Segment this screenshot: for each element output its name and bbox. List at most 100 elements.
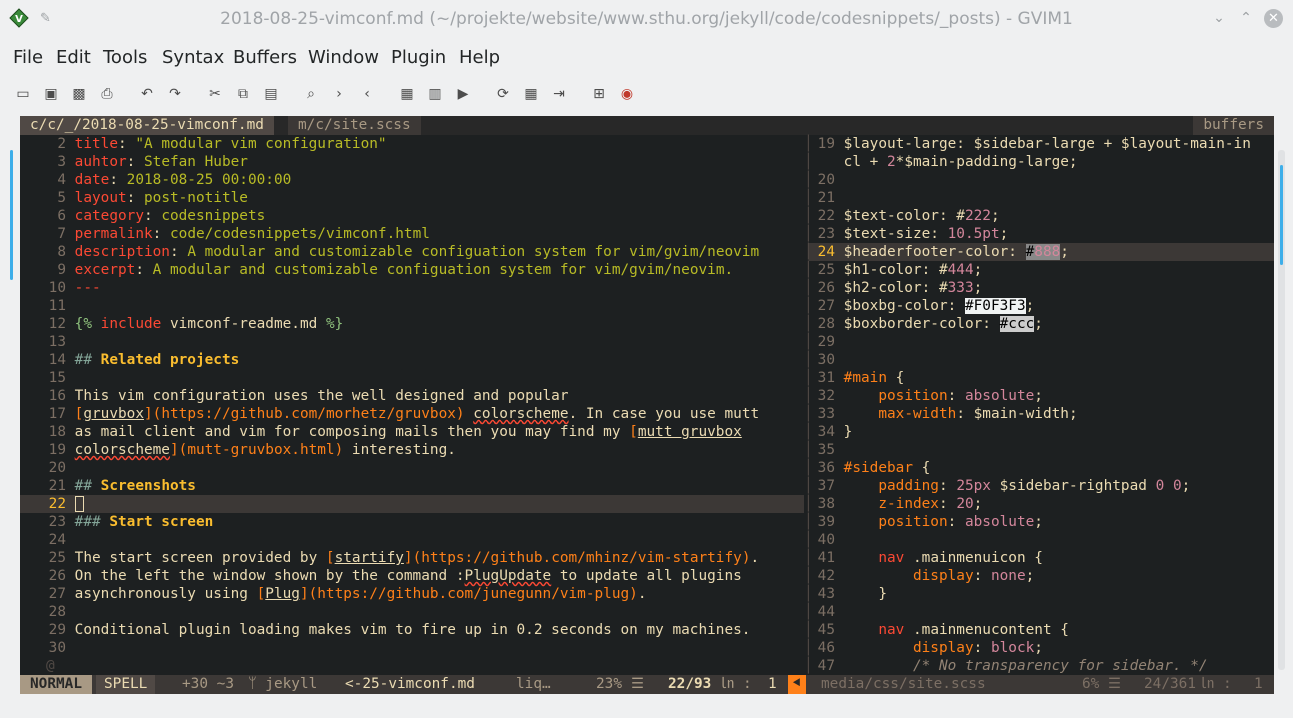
run-script-icon[interactable]: ▶ (453, 84, 473, 104)
code-line[interactable]: 19 $layout-large: $sidebar-large + $layo… (809, 135, 1274, 153)
code-line[interactable]: 27 $boxbg-color: #F0F3F3; (809, 297, 1274, 315)
make-icon[interactable]: ⟳ (493, 84, 513, 104)
redo-icon[interactable]: ↷ (165, 84, 185, 104)
save-all-icon[interactable]: ▩ (69, 84, 89, 104)
code-line[interactable]: 14 ## Related projects (20, 351, 804, 369)
code-line[interactable]: 2 title: "A modular vim configuration" (20, 135, 804, 153)
code-line[interactable]: 28 $boxborder-color: #ccc; (809, 315, 1274, 333)
code-line[interactable]: 12 {% include vimconf-readme.md %} (20, 315, 804, 333)
find-next-icon[interactable]: › (329, 84, 349, 104)
code-line[interactable]: 30 (20, 639, 804, 657)
code-line[interactable]: 46 display: block; (809, 639, 1274, 657)
code-line[interactable]: 39 position: absolute; (809, 513, 1274, 531)
left-scrollbar[interactable] (10, 150, 13, 280)
code-line[interactable]: 24 $headerfooter-color: #888; (809, 243, 1274, 261)
open-icon[interactable]: ▭ (13, 84, 33, 104)
code-line[interactable]: 44 (809, 603, 1274, 621)
code-line[interactable]: 11 (20, 297, 804, 315)
code-line[interactable]: 41 nav .mainmenuicon { (809, 549, 1274, 567)
print-icon[interactable]: ⎙ (97, 84, 117, 104)
code-line[interactable]: 10 --- (20, 279, 804, 297)
find-prev-icon[interactable]: ‹ (357, 84, 377, 104)
code-line[interactable]: 27 asynchronously using [Plug](https://g… (20, 585, 804, 603)
code-line[interactable]: 25 $h1-color: #444; (809, 261, 1274, 279)
undo-icon[interactable]: ↶ (137, 84, 157, 104)
code-line[interactable]: 29 (809, 333, 1274, 351)
minimize-button[interactable]: ⌄ (1210, 9, 1228, 27)
menu-file[interactable]: File (13, 47, 43, 68)
code-line[interactable]: 35 (809, 441, 1274, 459)
code-line[interactable]: 22 (20, 495, 804, 513)
menu-edit[interactable]: Edit (56, 47, 91, 68)
code-line[interactable]: 20 (809, 171, 1274, 189)
close-button[interactable]: ✕ (1264, 9, 1283, 28)
paste-icon[interactable]: ▤ (261, 84, 281, 104)
code-line[interactable]: 34 } (809, 423, 1274, 441)
toolbar: ▭ ▣ ▩ ⎙ ↶ ↷ ✂ ⧉ ▤ ⌕ › ‹ ▦ ▥ ▶ ⟳ ▦ ⇥ ⊞ ◉ (0, 84, 1293, 106)
menu-buffers[interactable]: Buffers (233, 47, 297, 68)
help-icon[interactable]: ⊞ (589, 84, 609, 104)
code-line[interactable]: 33 max-width: $main-width; (809, 405, 1274, 423)
copy-icon[interactable]: ⧉ (233, 84, 253, 104)
code-line[interactable]: 16 This vim configuration uses the well … (20, 387, 804, 405)
code-line[interactable]: 28 (20, 603, 804, 621)
code-line[interactable]: 26 $h2-color: #333; (809, 279, 1274, 297)
code-line[interactable]: 4 date: 2018-08-25 00:00:00 (20, 171, 804, 189)
code-line[interactable]: 9 excerpt: A modular and customizable co… (20, 261, 804, 279)
code-line[interactable]: 40 (809, 531, 1274, 549)
code-line[interactable]: 18 as mail client and vim for composing … (20, 423, 804, 441)
maximize-button[interactable]: ⌃ (1237, 9, 1255, 27)
code-line[interactable]: 7 permalink: code/codesnippets/vimconf.h… (20, 225, 804, 243)
menu-plugin[interactable]: Plugin (391, 47, 446, 68)
code-line[interactable]: 24 (20, 531, 804, 549)
ctags-icon[interactable]: ▦ (521, 84, 541, 104)
menu-syntax[interactable]: Syntax (162, 47, 224, 68)
code-line[interactable]: 20 (20, 459, 804, 477)
right-scrollbar[interactable] (1280, 165, 1283, 265)
code-line[interactable]: 25 The start screen provided by [startif… (20, 549, 804, 567)
code-line[interactable]: 30 (809, 351, 1274, 369)
menu-window[interactable]: Window (308, 47, 379, 68)
right-editor-pane[interactable]: 19 $layout-large: $sidebar-large + $layo… (809, 135, 1274, 675)
code-line[interactable]: 37 padding: 25px $sidebar-rightpad 0 0; (809, 477, 1274, 495)
code-line[interactable]: 22 $text-color: #222; (809, 207, 1274, 225)
code-line[interactable]: 32 position: absolute; (809, 387, 1274, 405)
menu-tools[interactable]: Tools (103, 47, 147, 68)
code-line[interactable]: cl + 2*$main-padding-large; (809, 153, 1274, 171)
menu-help[interactable]: Help (459, 47, 500, 68)
code-line[interactable]: 47 /* No transparency for sidebar. */ (809, 657, 1274, 675)
code-line[interactable]: 17 [gruvbox](https://github.com/morhetz/… (20, 405, 804, 423)
cut-icon[interactable]: ✂ (205, 84, 225, 104)
code-line[interactable]: 23 $text-size: 10.5pt; (809, 225, 1274, 243)
find-replace-icon[interactable]: ⌕ (301, 84, 321, 104)
left-editor-pane[interactable]: 2 title: "A modular vim configuration" 3 … (20, 135, 804, 675)
warning-indicator: ⯇ (788, 675, 806, 694)
code-line[interactable]: 19 colorscheme](mutt-gruvbox.html) inter… (20, 441, 804, 459)
load-session-icon[interactable]: ▦ (397, 84, 417, 104)
code-line[interactable]: 13 (20, 333, 804, 351)
code-line[interactable]: 29 Conditional plugin loading makes vim … (20, 621, 804, 639)
vim-editor[interactable]: c/c/_/2018-08-25-vimconf.md m/c/site.scs… (20, 116, 1274, 694)
save-icon[interactable]: ▣ (41, 84, 61, 104)
code-line[interactable]: 5 layout: post-notitle (20, 189, 804, 207)
tab-site-scss[interactable]: m/c/site.scss (288, 116, 421, 135)
tab-vimconf[interactable]: c/c/_/2018-08-25-vimconf.md (20, 116, 274, 135)
code-line[interactable]: 26 On the left the window shown by the c… (20, 567, 804, 585)
code-line[interactable]: 23 ### Start screen (20, 513, 804, 531)
code-line[interactable]: 21 ## Screenshots (20, 477, 804, 495)
line-position: 22/93 (668, 676, 712, 692)
code-line[interactable]: 42 display: none; (809, 567, 1274, 585)
code-line[interactable]: 21 (809, 189, 1274, 207)
jump-tag-icon[interactable]: ⇥ (549, 84, 569, 104)
code-line[interactable]: 45 nav .mainmenucontent { (809, 621, 1274, 639)
code-line[interactable]: 6 category: codesnippets (20, 207, 804, 225)
code-line[interactable]: 38 z-index: 20; (809, 495, 1274, 513)
save-session-icon[interactable]: ▥ (425, 84, 445, 104)
find-help-icon[interactable]: ◉ (617, 84, 637, 104)
code-line[interactable]: 8 description: A modular and customizabl… (20, 243, 804, 261)
code-line[interactable]: 36 #sidebar { (809, 459, 1274, 477)
code-line[interactable]: 43 } (809, 585, 1274, 603)
code-line[interactable]: 15 (20, 369, 804, 387)
code-line[interactable]: 3 auhtor: Stefan Huber (20, 153, 804, 171)
code-line[interactable]: 31 #main { (809, 369, 1274, 387)
